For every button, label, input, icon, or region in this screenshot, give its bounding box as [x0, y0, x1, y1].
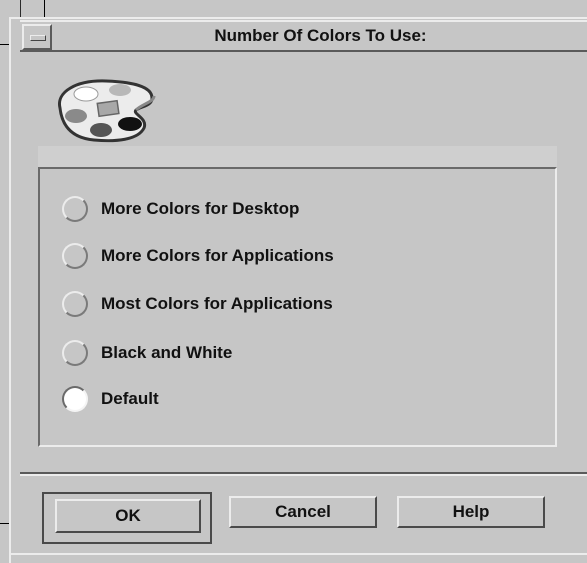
- radio-button-selected[interactable]: [62, 386, 88, 412]
- separator: [20, 474, 587, 476]
- radio-button[interactable]: [62, 243, 88, 269]
- palette-icon: [58, 79, 156, 143]
- cancel-button[interactable]: Cancel: [229, 496, 377, 528]
- window-menu-button[interactable]: [22, 24, 52, 50]
- option-label: Default: [101, 389, 159, 408]
- ok-button[interactable]: OK: [55, 499, 201, 533]
- window-menu-icon: [30, 35, 46, 41]
- help-button[interactable]: Help: [397, 496, 545, 528]
- radio-button[interactable]: [62, 291, 88, 317]
- dialog-title: Number Of Colors To Use:: [214, 26, 427, 45]
- group-header-band: [38, 146, 557, 167]
- option-label: Most Colors for Applications: [101, 294, 333, 313]
- option-label: More Colors for Desktop: [101, 199, 300, 218]
- option-label: More Colors for Applications: [101, 246, 334, 265]
- option-label: Black and White: [101, 343, 233, 362]
- radio-button[interactable]: [62, 340, 88, 366]
- radio-button[interactable]: [62, 196, 88, 222]
- window-bottom-edge: [9, 553, 587, 555]
